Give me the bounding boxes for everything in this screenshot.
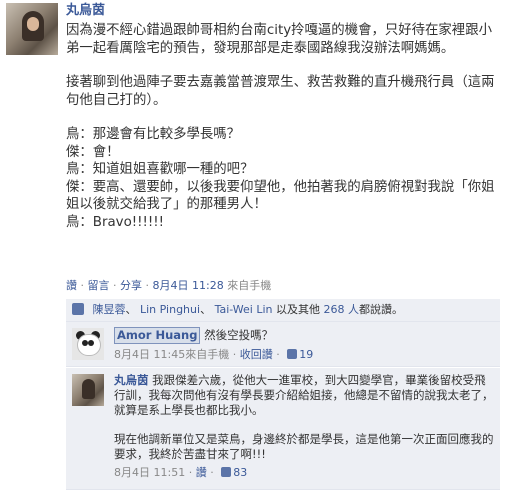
- comment-text: 然後空投嗎？: [204, 328, 274, 342]
- comment: Amor Huang 然後空投嗎？ 8月4日 11:45來自手機 · 收回讚 ·…: [66, 322, 500, 367]
- liker-name[interactable]: 陳昱蓉: [93, 303, 126, 316]
- dialogue-line: 鳥：那邊會有比較多學長嗎？: [66, 127, 241, 142]
- likes-and-text: 以及其他: [276, 303, 320, 316]
- comment-meta: 8月4日 11:51 · 讚 · 83: [114, 466, 248, 479]
- post-author[interactable]: 丸烏茵: [66, 2, 498, 20]
- comment-like-count[interactable]: 19: [299, 348, 313, 361]
- thumbs-up-icon: [221, 467, 232, 477]
- thumbs-up-icon: [72, 303, 84, 315]
- post-meta: 讚 · 留言 · 分享 · 8月4日 11:28 來自手機: [66, 279, 272, 292]
- commenter-name[interactable]: Amor Huang: [117, 328, 197, 342]
- post: 丸烏茵 因為漫不經心錯過跟帥哥相約台南city拎嘎逼的機會，只好待在家裡跟小弟一…: [66, 2, 498, 231]
- commenter-avatar[interactable]: [72, 328, 104, 360]
- comment-timestamp[interactable]: 8月4日 11:51: [114, 466, 185, 479]
- comment-text: 我跟傑差六歲，從他大一進軍校，到大四變學官，畢業後留校受飛行訓，我每次問他有沒有…: [114, 373, 494, 417]
- comment-timestamp[interactable]: 8月4日 11:45: [114, 348, 185, 361]
- share-link[interactable]: 分享: [120, 279, 142, 292]
- post-paragraph: 接著聊到他過陣子要去嘉義當普渡眾生、救苦救難的直升機飛行員（這兩句他自己打的）。: [66, 75, 495, 108]
- post-body: 因為漫不經心錯過跟帥哥相約台南city拎嘎逼的機會，只好待在家裡跟小弟一起看厲陰…: [66, 22, 498, 231]
- comment-like-count[interactable]: 83: [233, 466, 247, 479]
- author-avatar[interactable]: [6, 3, 58, 55]
- comment-text: 現在他調新單位又是菜鳥，身邊終於都是學長，這是他第一次正面回應我的要求，我終於苦…: [114, 432, 494, 461]
- liker-name[interactable]: Lin Pinghui: [140, 303, 200, 316]
- dialogue-line: 鳥：知道姐姐喜歡哪一種的吧？: [66, 162, 254, 177]
- dialogue-line: 鳥：Bravo!!!!!!: [66, 214, 165, 230]
- post-timestamp[interactable]: 8月4日 11:28: [153, 279, 224, 292]
- post-via: 來自手機: [227, 279, 272, 292]
- unlike-link[interactable]: 收回讚: [240, 348, 273, 361]
- liker-name[interactable]: Tai-Wei Lin: [215, 303, 273, 316]
- liker-separator: 、: [200, 303, 212, 316]
- likes-suffix: 都說讚。: [359, 303, 403, 316]
- dialogue-line: 傑：會！: [66, 144, 120, 160]
- like-link[interactable]: 讚: [66, 279, 77, 292]
- commenter-name[interactable]: 丸烏茵: [114, 373, 149, 387]
- thumbs-up-icon: [287, 349, 298, 359]
- dialogue-line: 傑：要高、還要帥，以後我要仰望他，他拍著我的肩膀俯視對我說「你姐姐以後就交給我了…: [66, 179, 495, 213]
- comment-via: 來自手機: [185, 348, 230, 361]
- likes-bar: 陳昱蓉、 Lin Pinghui、 Tai-Wei Lin 以及其他 268 人…: [66, 299, 500, 322]
- comment: 丸烏茵 我跟傑差六歲，從他大一進軍校，到大四變學官，畢業後留校受飛行訓，我每次問…: [66, 368, 500, 490]
- post-paragraph: 因為漫不經心錯過跟帥哥相約台南city拎嘎逼的機會，只好待在家裡跟小弟一起看厲陰…: [66, 23, 492, 56]
- commenter-avatar[interactable]: [72, 374, 104, 406]
- comment-link[interactable]: 留言: [88, 279, 110, 292]
- avatar-face: [27, 17, 39, 31]
- comment-meta: 8月4日 11:45來自手機 · 收回讚 · 19: [114, 348, 314, 361]
- like-link[interactable]: 讚: [196, 466, 207, 479]
- likes-others-link[interactable]: 268 人: [324, 303, 360, 316]
- liker-separator: 、: [125, 303, 137, 316]
